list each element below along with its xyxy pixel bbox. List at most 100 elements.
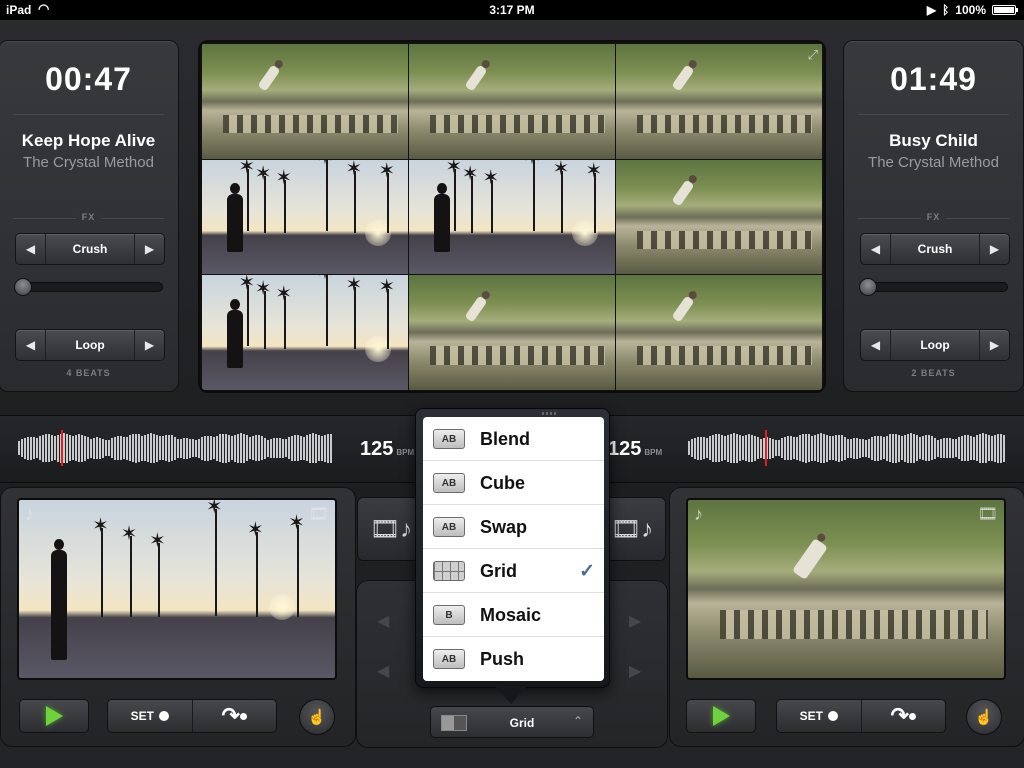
deck-right-fx-slider[interactable] xyxy=(859,278,1008,296)
waveform-bar xyxy=(883,437,885,459)
waveform-bar xyxy=(814,435,816,461)
left-arrow-icon: ◀ xyxy=(377,663,390,680)
waveform-bar xyxy=(997,433,999,463)
transition-option-grid[interactable]: Grid ✓ xyxy=(423,549,604,593)
deck-right-scratch-button[interactable]: ☝ xyxy=(966,699,1002,735)
waveform-bar xyxy=(183,437,185,459)
fx-value: Crush xyxy=(72,242,108,256)
cue-dot-icon xyxy=(239,712,247,720)
battery-percent: 100% xyxy=(955,3,986,17)
video-tile-sunset xyxy=(409,159,615,275)
waveform-bar xyxy=(303,436,305,460)
waveform-bar xyxy=(258,435,260,461)
waveform-bar xyxy=(21,439,23,457)
waveform-bar xyxy=(856,437,858,459)
deck-right-beats: 2 BEATS xyxy=(911,368,956,378)
waveform-bar xyxy=(733,433,735,463)
deck-right-cue-controls: SET ↷ xyxy=(776,699,946,733)
waveform-bar xyxy=(48,434,50,462)
waveform-bar xyxy=(910,433,912,463)
waveform-bar xyxy=(99,437,101,459)
loop-next-button[interactable]: ▶ xyxy=(979,330,1009,360)
waveform-bar xyxy=(745,435,747,461)
waveform-bar xyxy=(240,433,242,463)
waveform-bar xyxy=(844,436,846,460)
waveform-bar xyxy=(102,438,104,458)
waveform-bar xyxy=(790,436,792,460)
waveform-bar xyxy=(141,435,143,461)
loop-next-button[interactable]: ▶ xyxy=(134,330,164,360)
deck-right-play-button[interactable] xyxy=(686,699,756,733)
waveform-bar xyxy=(865,439,867,457)
deck-left-fx-slider[interactable] xyxy=(14,278,163,296)
video-output[interactable]: ⤢ xyxy=(198,40,826,393)
video-grid xyxy=(202,44,822,390)
set-cue-button[interactable]: SET xyxy=(777,700,861,732)
waveform-bar xyxy=(63,433,65,463)
jump-cue-button[interactable]: ↷ xyxy=(860,700,946,732)
fx-next-button[interactable]: ▶ xyxy=(134,234,164,264)
transition-option-push[interactable]: AB Push xyxy=(423,637,604,681)
waveform-bar xyxy=(823,433,825,463)
fx-prev-button[interactable]: ◀ xyxy=(861,234,891,264)
fx-next-button[interactable]: ▶ xyxy=(979,234,1009,264)
loop-prev-button[interactable]: ◀ xyxy=(861,330,891,360)
deck-left-waveform[interactable] xyxy=(18,432,334,464)
waveform-bar xyxy=(192,439,194,457)
video-tile-skate xyxy=(616,44,822,159)
waveform-bar xyxy=(919,437,921,459)
palm-tree xyxy=(247,520,264,618)
push-transition-icon: AB xyxy=(433,649,465,669)
slider-knob[interactable] xyxy=(859,278,877,296)
deck-left-preview[interactable]: ♪ 🎞 xyxy=(17,498,337,680)
waveform-bar xyxy=(126,436,128,460)
transition-option-swap[interactable]: AB Swap xyxy=(423,505,604,549)
deck-left-play-button[interactable] xyxy=(19,699,89,733)
video-tile-skate xyxy=(409,275,615,390)
transition-selector[interactable]: Grid ⌃ xyxy=(430,706,594,738)
slider-knob[interactable] xyxy=(14,278,32,296)
waveform-bar xyxy=(862,439,864,457)
transition-option-mosaic[interactable]: B Mosaic xyxy=(423,593,604,637)
chevron-up-icon: ⌃ xyxy=(572,714,583,728)
right-arrow-icon: ▶ xyxy=(144,338,155,352)
transition-option-blend[interactable]: AB Blend xyxy=(423,417,604,461)
battery-icon xyxy=(992,5,1018,15)
waveform-bar xyxy=(315,433,317,463)
waveform-bar xyxy=(282,438,284,458)
waveform-bar xyxy=(772,438,774,458)
loop-prev-button[interactable]: ◀ xyxy=(16,330,46,360)
fx-prev-button[interactable]: ◀ xyxy=(16,234,46,264)
waveform-bar xyxy=(237,433,239,463)
hand-icon: ☝ xyxy=(307,709,327,726)
palm-tree xyxy=(345,275,362,349)
deck-right-preview[interactable]: ♪ 🎞 xyxy=(686,498,1006,680)
checkmark-icon: ✓ xyxy=(579,561,595,582)
transition-popover: AB Blend AB Cube AB Swap Grid ✓ B Mosaic AB Push xyxy=(415,408,610,688)
transition-option-cube[interactable]: AB Cube xyxy=(423,461,604,505)
deck-right-bpm: 125 BPM xyxy=(608,438,663,460)
transition-option-label: Blend xyxy=(480,429,531,449)
waveform-bar xyxy=(228,434,230,462)
palm-tree xyxy=(378,161,395,234)
waveform-bar xyxy=(757,437,759,459)
waveform-bar xyxy=(231,436,233,460)
waveform-bar xyxy=(162,436,164,460)
waveform-bar xyxy=(799,435,801,461)
deck-right-waveform[interactable] xyxy=(688,432,1006,464)
set-cue-button[interactable]: SET xyxy=(108,700,192,732)
waveform-bar xyxy=(210,436,212,460)
expand-icon[interactable]: ⤢ xyxy=(808,47,818,63)
jump-cue-button[interactable]: ↷ xyxy=(191,700,277,732)
waveform-bar xyxy=(700,436,702,460)
deck-left-track-title: Keep Hope Alive xyxy=(21,131,156,150)
waveform-bar xyxy=(150,433,152,463)
play-icon xyxy=(712,706,730,726)
waveform-bar xyxy=(87,437,89,459)
palm-tree xyxy=(552,160,569,234)
deck-right-panel: 01:49 Busy Child The Crystal Method FX ◀… xyxy=(843,40,1024,392)
waveform-bar xyxy=(93,437,95,459)
silhouette xyxy=(226,298,243,368)
deck-left-scratch-button[interactable]: ☝ xyxy=(299,699,335,735)
waveform-bar xyxy=(964,435,966,461)
